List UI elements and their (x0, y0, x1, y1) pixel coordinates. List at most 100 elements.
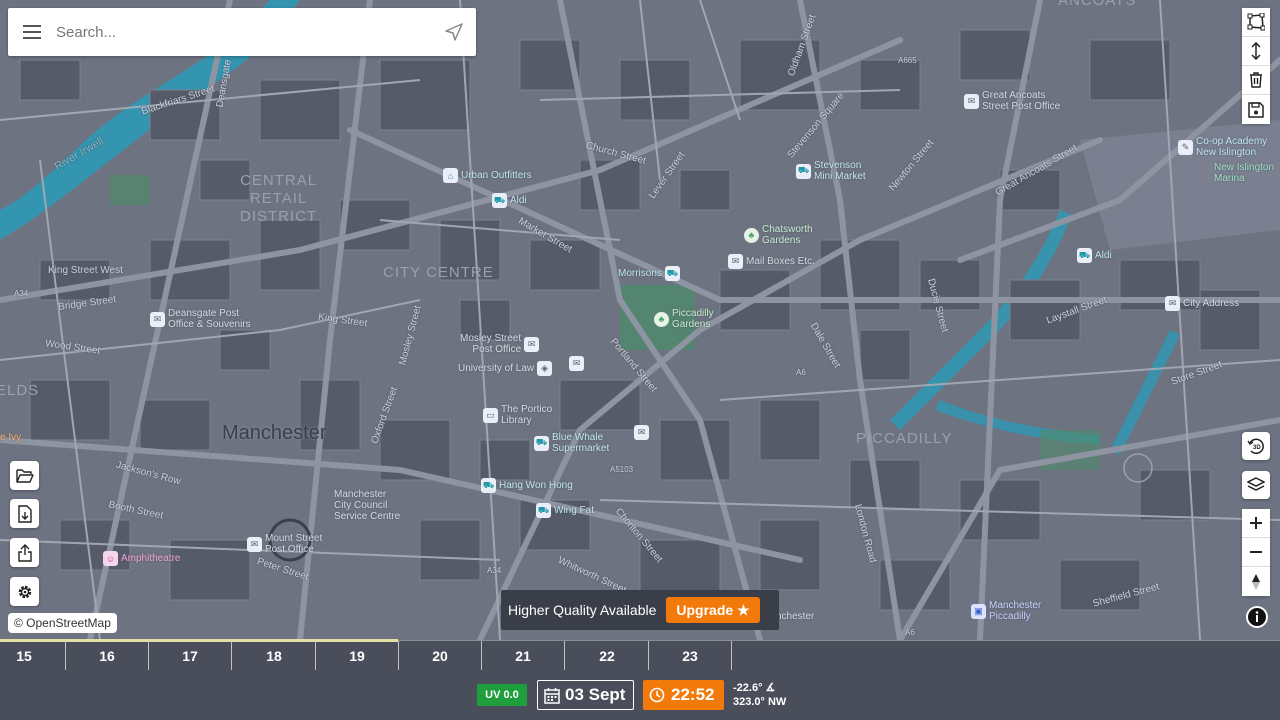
train-icon: ▣ (971, 603, 986, 619)
timeline-day[interactable]: 19 (316, 641, 399, 671)
folder-open-icon (15, 468, 34, 483)
time-value: 22:52 (671, 685, 715, 704)
polygon-icon (1247, 13, 1265, 31)
poi-mail-boxes[interactable]: ✉ Mail Boxes Etc. (728, 254, 815, 269)
sun-elevation: -22.6° ∡ (733, 682, 776, 694)
upgrade-banner: Higher Quality Available Upgrade ★ (501, 590, 779, 630)
search-input[interactable] (56, 23, 432, 41)
export-file-button[interactable] (10, 499, 39, 528)
compass-icon (1252, 573, 1260, 590)
cart-icon: ⛟ (1077, 248, 1092, 263)
road-shield: A5103 (610, 465, 634, 474)
poi-city-council[interactable]: Manchester City Council Service Centre (334, 489, 400, 522)
school-icon: ✎ (1178, 139, 1193, 155)
area-label-fields: ELDS (0, 382, 40, 399)
poi-coop-academy[interactable]: ✎ Co-op Academy New Islington (1178, 136, 1267, 158)
road-shield: A665 (898, 56, 917, 65)
draw-polygon-button[interactable] (1242, 8, 1270, 37)
compass-button[interactable] (1242, 567, 1270, 596)
poi-post-office-2[interactable]: ✉ (634, 425, 649, 440)
rotate-3d-button[interactable]: 3D (1242, 432, 1270, 460)
poi-city-address[interactable]: ✉ City Address (1165, 296, 1239, 311)
sun-azimuth: 323.0° NW (733, 696, 787, 708)
road-shield: A6 (905, 628, 915, 637)
poi-aldi-2[interactable]: ⛟ Aldi (1077, 248, 1112, 263)
cart-icon: ⛟ (664, 266, 680, 281)
timeline-day[interactable]: 21 (482, 641, 565, 671)
poi-morrisons[interactable]: Morrisons ⛟ (618, 266, 680, 281)
area-label-central-retail: CENTRAL RETAIL DISTRICT (240, 172, 318, 225)
date-picker[interactable]: 03 Sept (537, 680, 634, 710)
poi-urban-outfitters[interactable]: ⌂ Urban Outfitters (443, 168, 532, 183)
timeline-day[interactable]: 17 (149, 641, 232, 671)
settings-button[interactable] (10, 577, 39, 606)
poi-new-islington-marina[interactable]: New Islington Marina (1214, 162, 1274, 184)
trash-icon (1250, 72, 1262, 88)
poi-blue-whale[interactable]: ⛟ Blue Whale Supermarket (534, 432, 609, 454)
poi-stevenson-market[interactable]: ⛟ Stevenson Mini Market (796, 160, 866, 182)
clock-icon (649, 687, 665, 703)
zoom-controls (1242, 509, 1270, 596)
timeline-day[interactable]: 18 (233, 641, 316, 671)
open-file-button[interactable] (10, 461, 39, 490)
info-button[interactable] (1246, 606, 1268, 628)
search-bar (8, 8, 476, 56)
share-icon (17, 543, 32, 562)
poi-mount-street-post-office[interactable]: ✉ Mount Street Post Office (247, 533, 322, 555)
time-picker[interactable]: 22:52 (643, 680, 724, 710)
poi-aldi[interactable]: ⛟ Aldi (492, 193, 527, 208)
poi-deansgate-post-office[interactable]: ✉ Deansgate Post Office & Souvenirs (150, 308, 251, 330)
delete-button[interactable] (1242, 66, 1270, 95)
share-button[interactable] (10, 538, 39, 567)
university-icon: ◈ (537, 361, 553, 376)
poi-hang-won-hong[interactable]: ⛟ Hang Won Hong (481, 478, 573, 493)
hamburger-icon (23, 25, 41, 39)
zoom-out-button[interactable] (1242, 538, 1270, 567)
street-label: King Street West (48, 265, 123, 276)
map-attribution[interactable]: © OpenStreetMap (8, 613, 117, 633)
poi-piccadilly-gardens[interactable]: ♣ Piccadilly Gardens (654, 308, 714, 330)
timeline-day[interactable]: 20 (399, 641, 482, 671)
info-icon (1248, 608, 1266, 626)
tree-icon: ♣ (744, 227, 759, 243)
poi-post-office[interactable]: ✉ (569, 356, 584, 371)
measure-button[interactable] (1242, 37, 1270, 66)
book-icon: ▭ (483, 407, 498, 423)
poi-university-of-law[interactable]: University of Law ◈ (458, 361, 553, 376)
calendar-icon (544, 687, 560, 704)
upgrade-message: Higher Quality Available (508, 602, 657, 618)
map-view[interactable]: CENTRAL RETAIL DISTRICT CITY CENTRE PICC… (0, 0, 1280, 640)
date-value: 03 Sept (565, 685, 626, 704)
floppy-disk-icon (1248, 101, 1264, 118)
poi-wing-fat[interactable]: ⛟ Wing Fat (536, 503, 594, 518)
timeline-day[interactable]: 16 (66, 641, 149, 671)
poi-chatsworth-gardens[interactable]: ♣ Chatsworth Gardens (744, 224, 813, 246)
save-button[interactable] (1242, 95, 1270, 124)
layers-button[interactable] (1242, 471, 1270, 499)
mail-icon: ✉ (1165, 296, 1180, 311)
poi-mosley-post-office[interactable]: Mosley Street Post Office ✉ (460, 333, 540, 355)
poi-portico-library[interactable]: ▭ The Portico Library (483, 404, 552, 426)
minus-icon (1250, 551, 1262, 553)
menu-button[interactable] (8, 8, 56, 56)
poi-manchester-piccadilly[interactable]: ▣ Manchester Piccadilly (971, 600, 1041, 622)
timeline-day[interactable]: 23 (649, 641, 732, 671)
poi-partial[interactable]: nchester (776, 611, 814, 622)
day-timeline[interactable]: 15 16 17 18 19 20 21 22 23 (0, 639, 1280, 671)
city-label: Manchester (222, 422, 327, 444)
navigation-arrow-icon (445, 23, 463, 41)
sun-position: -22.6° ∡ 323.0° NW (733, 681, 786, 709)
road-shield: A34 (14, 289, 29, 298)
file-download-icon (17, 504, 32, 523)
poi-left-edge[interactable]: e Ivy (0, 432, 21, 443)
cart-icon: ⛟ (796, 163, 811, 179)
poi-great-ancoats-post-office[interactable]: ✉ Great Ancoats Street Post Office (964, 90, 1060, 112)
poi-amphitheatre[interactable]: ☺ Amphitheatre (103, 551, 180, 566)
road-shield: A34 (487, 566, 502, 575)
locate-button[interactable] (432, 8, 476, 56)
time-controls: UV 0.0 03 Sept 22:52 -22.6° ∡ 323.0° NW (0, 670, 1280, 720)
upgrade-button[interactable]: Upgrade ★ (666, 597, 760, 623)
timeline-day[interactable]: 15 (0, 641, 66, 671)
zoom-in-button[interactable] (1242, 509, 1270, 538)
timeline-day[interactable]: 22 (566, 641, 649, 671)
